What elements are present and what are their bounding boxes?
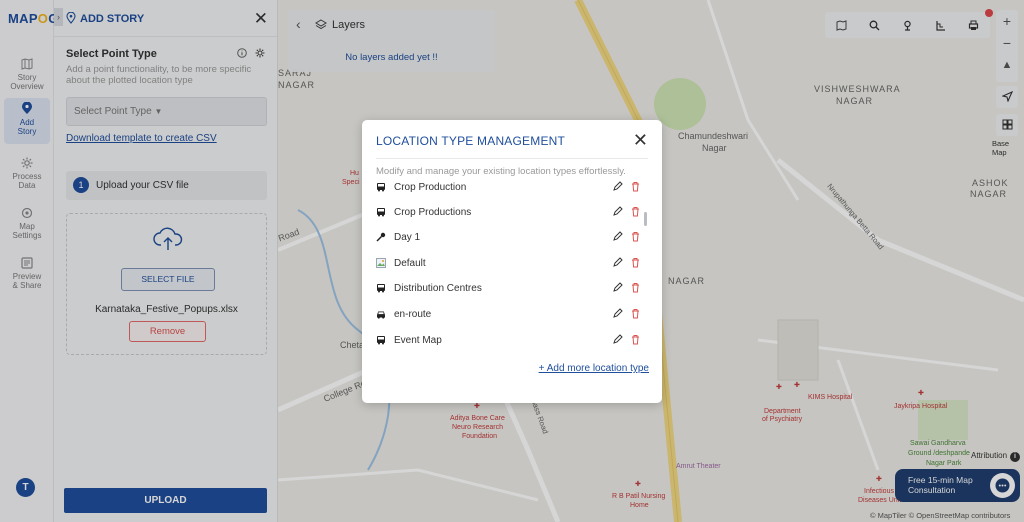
car-icon (377, 311, 385, 319)
location-type-label: Day 1 (394, 232, 421, 243)
edit-icon[interactable] (612, 206, 623, 217)
edit-icon[interactable] (612, 231, 623, 242)
list-scrollbar[interactable] (644, 212, 647, 226)
edit-icon[interactable] (612, 308, 623, 319)
trash-icon[interactable] (630, 282, 641, 293)
bus-icon (377, 208, 385, 217)
edit-icon[interactable] (612, 181, 623, 192)
trash-icon[interactable] (630, 257, 641, 268)
edit-icon[interactable] (612, 334, 623, 345)
add-location-type-link[interactable]: + Add more location type (539, 363, 649, 374)
list-item[interactable]: Day 1 (374, 226, 646, 251)
bus-icon (377, 183, 385, 192)
list-item[interactable]: Crop Production (374, 178, 646, 201)
bus-icon (377, 336, 385, 345)
modal-title: LOCATION TYPE MANAGEMENT (376, 134, 566, 148)
location-type-label: Default (394, 258, 426, 269)
location-type-label: Distribution Centres (394, 283, 482, 294)
trash-icon[interactable] (630, 334, 641, 345)
trash-icon[interactable] (630, 231, 641, 242)
divider (376, 158, 648, 159)
trash-icon[interactable] (630, 206, 641, 217)
trash-icon[interactable] (630, 181, 641, 192)
microphone-icon (376, 232, 386, 242)
location-type-modal: LOCATION TYPE MANAGEMENT ✕ Modify and ma… (362, 120, 662, 403)
image-icon (376, 258, 386, 268)
bus-icon (377, 284, 385, 293)
list-item[interactable]: Default (374, 252, 646, 277)
close-modal-button[interactable]: ✕ (633, 130, 648, 151)
location-type-list: Crop Production Crop Productions Day 1 D… (374, 178, 646, 346)
location-type-label: Event Map (394, 335, 442, 346)
list-item[interactable]: Event Map (374, 329, 646, 346)
location-type-label: Crop Productions (394, 207, 472, 218)
edit-icon[interactable] (612, 282, 623, 293)
edit-icon[interactable] (612, 257, 623, 268)
location-type-label: en-route (394, 309, 432, 320)
list-item[interactable]: en-route (374, 303, 646, 328)
trash-icon[interactable] (630, 308, 641, 319)
modal-subtitle: Modify and manage your existing location… (376, 166, 626, 177)
location-type-label: Crop Production (394, 182, 467, 193)
list-item[interactable]: Crop Productions (374, 201, 646, 226)
list-item[interactable]: Distribution Centres (374, 277, 646, 302)
